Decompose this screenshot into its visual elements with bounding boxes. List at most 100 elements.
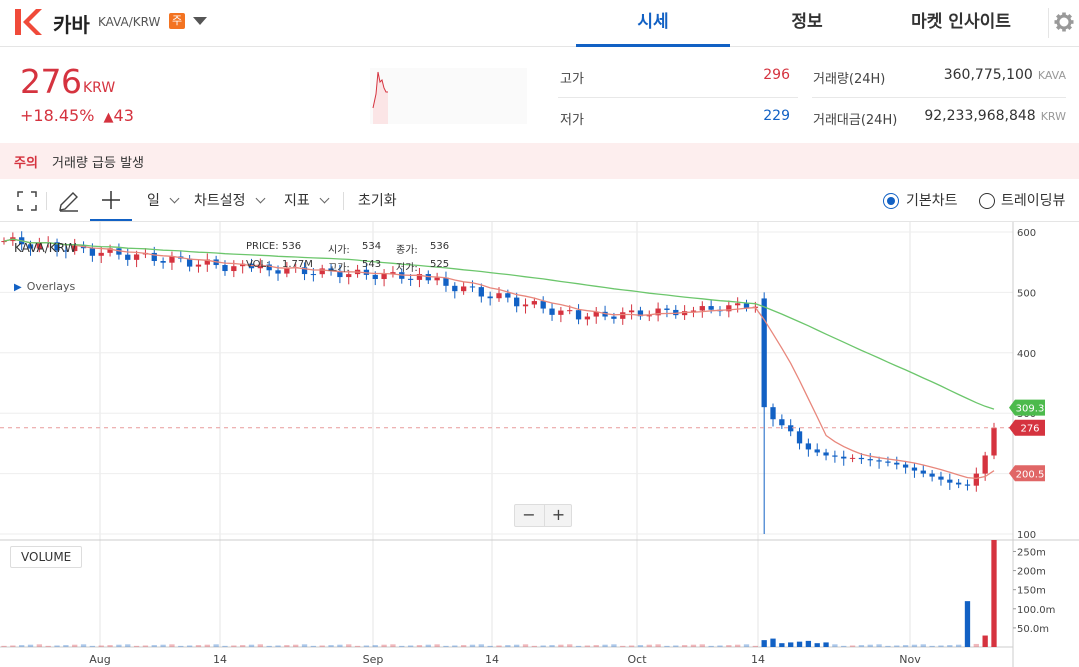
basic-chart-radio[interactable] (883, 193, 899, 209)
candle-body (849, 457, 856, 459)
candle-body (319, 268, 325, 275)
candle-body (346, 274, 352, 278)
candle-body (381, 273, 387, 280)
volume-bar (478, 644, 484, 647)
chart-settings-select[interactable]: 차트설정 (194, 180, 266, 222)
candle-body (620, 312, 626, 319)
candle-body (841, 456, 847, 459)
y-tick-label: 600 (1017, 228, 1036, 239)
candle-body (133, 254, 140, 260)
volume-tick-label: 150m (1017, 586, 1046, 597)
trading-view-radio[interactable] (979, 193, 995, 209)
volume-bar (328, 645, 334, 647)
x-tick-label: Sep (363, 653, 384, 666)
coin-dropdown-icon[interactable] (193, 17, 207, 25)
volume-bar (443, 645, 449, 647)
candle-body (195, 264, 202, 267)
settings-button[interactable] (1048, 8, 1078, 38)
volume-bar (125, 644, 131, 647)
volume-bar (425, 644, 431, 647)
volume-bar (160, 644, 166, 647)
zoom-out-button[interactable]: − (515, 505, 543, 526)
crosshair-button[interactable] (90, 180, 132, 221)
reset-button[interactable]: 초기화 (358, 180, 397, 222)
volume-bar (54, 645, 60, 647)
zoom-in-button[interactable]: + (544, 505, 572, 526)
indicators-select[interactable]: 지표 (284, 180, 330, 222)
volume-bar (222, 645, 228, 647)
period-select[interactable]: 일 (147, 180, 180, 222)
volume-bar (593, 645, 599, 647)
volume-bar (72, 644, 78, 647)
triangle-right-icon: ▶ (14, 282, 22, 293)
volume-bar (699, 644, 705, 647)
candle-body (275, 270, 281, 274)
volume-bar (19, 645, 25, 647)
x-tick-label: Oct (627, 653, 647, 666)
candle-body (469, 286, 476, 288)
candle-body (514, 297, 520, 307)
volume-bar (213, 644, 219, 647)
volume-bar (991, 540, 997, 647)
change-amount: 43 (113, 106, 134, 125)
candle-body (982, 455, 988, 474)
volume-bar (337, 644, 343, 647)
volume-bar (929, 645, 935, 647)
candle-body (222, 265, 228, 272)
fullscreen-button[interactable] (16, 180, 40, 222)
volume-bar (673, 645, 679, 647)
volume-bar (487, 645, 493, 647)
candle-body (231, 266, 237, 272)
volume-bar (284, 645, 290, 647)
volume-bar (549, 645, 555, 647)
candle-body (496, 293, 502, 299)
price-tag-label: 200.5 (1016, 469, 1045, 480)
candle-body (690, 310, 697, 312)
volume-bar (841, 645, 847, 647)
volume-bar (964, 601, 971, 647)
volume-bar (505, 645, 511, 647)
basic-chart-label[interactable]: 기본차트 (906, 180, 958, 222)
candle-body (779, 419, 785, 426)
x-tick-label: 14 (213, 653, 227, 666)
volume-bar (805, 640, 812, 647)
volume-bar (372, 645, 378, 647)
price-tag-label: 309.3 (1016, 404, 1045, 415)
tab-info[interactable]: 정보 (730, 0, 884, 47)
candle-body (487, 296, 493, 299)
top-bar: 카바 KAVA/KRW 주 시세 정보 마켓 인사이트 (0, 0, 1079, 47)
volume-bar (107, 645, 113, 647)
draw-button[interactable] (56, 180, 80, 222)
volume-bar (151, 645, 157, 647)
volume-bar (460, 645, 467, 647)
candle-body (567, 310, 573, 312)
volume-bar (575, 645, 582, 647)
tab-price[interactable]: 시세 (576, 0, 730, 47)
candle-body (169, 256, 175, 263)
candle-body (310, 274, 317, 276)
volume-bar (955, 644, 962, 647)
candle-body (407, 278, 414, 280)
volume-bar (1, 645, 7, 647)
divider (558, 97, 798, 98)
tab-market-insight[interactable]: 마켓 인사이트 (884, 0, 1038, 47)
overlays-label: Overlays (26, 280, 76, 293)
trading-view-label[interactable]: 트레이딩뷰 (1001, 180, 1065, 222)
candle-body (832, 455, 838, 457)
candle-body (735, 303, 741, 306)
candle-body (531, 301, 538, 305)
volume-bar (620, 645, 626, 647)
candle-body (938, 476, 944, 480)
gear-icon (1054, 12, 1074, 32)
volume-bar (708, 645, 714, 647)
volume-value: 360,775,100 KAVA (900, 67, 1066, 83)
volume-bar (637, 645, 644, 647)
price-chart[interactable]: 600500400300200100Aug14Sep14Oct14Nov309.… (0, 222, 1079, 667)
volume-bar (240, 645, 246, 647)
candle-body (823, 452, 829, 456)
overlays-toggle[interactable]: ▶ Overlays (14, 280, 75, 293)
candle-body (664, 308, 670, 310)
low-value: 229 (763, 108, 790, 124)
candle-body (911, 467, 918, 471)
caution-badge: 주 (169, 13, 185, 29)
